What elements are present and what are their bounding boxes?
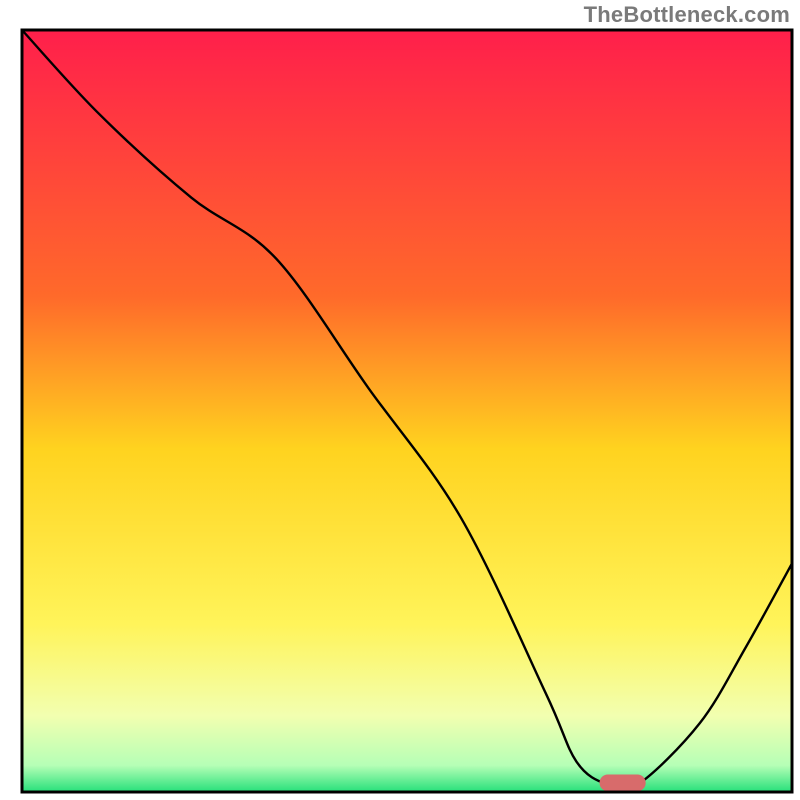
- chart-svg: [0, 0, 800, 800]
- optimal-marker: [600, 774, 646, 791]
- plot-background: [22, 30, 792, 792]
- chart-frame: TheBottleneck.com: [0, 0, 800, 800]
- plot-area: [22, 30, 792, 792]
